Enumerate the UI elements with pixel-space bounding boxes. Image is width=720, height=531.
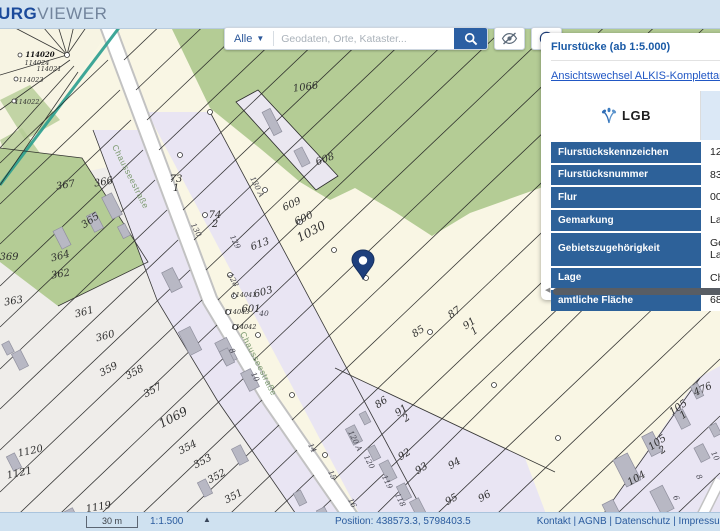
scale-ratio: 1:1.500 (150, 516, 183, 527)
attribute-row: Flur001 (551, 187, 720, 208)
attribute-label: Gebietszugehörigkeit (551, 233, 701, 266)
search-button[interactable] (454, 28, 487, 49)
attribute-row: GemarkungLangewahl (551, 210, 720, 231)
app-header: URGVIEWER (0, 0, 720, 29)
attribute-table: LGB Angaben Flurstücks­kennzeichen122428… (551, 89, 720, 313)
parcel-number-label: 40 (258, 309, 269, 318)
scale-dropdown-caret[interactable]: ▲ (203, 515, 211, 524)
app-logo-bold: URG (0, 4, 37, 23)
attribute-value: 1224280010 (701, 142, 720, 163)
search-box: Alle ▼ (224, 27, 488, 50)
cursor-position: Position: 438573.3, 5798403.5 (335, 516, 471, 527)
parcel-number-label: 114041 (232, 291, 257, 299)
scrollbar-thumb[interactable] (553, 288, 720, 295)
panel-title: Flurstücke (ab 1:5.000) (551, 41, 720, 61)
attribute-label: Gemarkung (551, 210, 701, 231)
parcel-number-label: 114043 (225, 308, 250, 316)
scale-bar: 30 m (86, 516, 138, 528)
panel-horizontal-scrollbar: ◀ (545, 286, 720, 296)
search-filter-dropdown[interactable]: Alle ▼ (225, 28, 273, 49)
parcel-number-label: 114023 (19, 76, 44, 84)
tab-angaben[interactable]: Angaben (701, 91, 720, 140)
parcel-number-label: 114020 (25, 50, 54, 59)
magnifier-icon (464, 32, 478, 46)
alkis-view-switch-link[interactable]: Ansichtswechsel ALKIS-Komplettangabe (551, 70, 720, 82)
search-filter-label: Alle (234, 33, 252, 45)
attribute-value: Langewahl (701, 210, 720, 231)
attribute-row: Flurstücksnummer83 (551, 165, 720, 186)
search-bar: Alle ▼ ? (224, 27, 562, 50)
attribute-value: Gemeinde: L Landkreis: O (701, 233, 720, 266)
attribute-label: Flur (551, 187, 701, 208)
app-logo-rest: VIEWER (37, 4, 107, 23)
attribute-label: Flurstücks­kennzeichen (551, 142, 701, 163)
toggle-layers-visibility-button[interactable] (494, 27, 525, 50)
lgb-brand-label: LGB (622, 108, 651, 124)
lgb-emblem-icon (600, 107, 618, 125)
feature-info-panel: Flurstücke (ab 1:5.000) Ansichtswechsel … (541, 33, 720, 300)
attribute-label: Flurstücksnummer (551, 165, 701, 186)
lgb-logo: LGB (551, 91, 701, 140)
chevron-down-icon: ▼ (256, 34, 264, 43)
parcel-number-label: 114042 (232, 323, 257, 331)
parcel-number-label: 114022 (15, 98, 40, 106)
search-input[interactable] (274, 28, 454, 49)
parcel-number-label: 114021 (37, 65, 62, 73)
parcel-number-label: 369 (0, 252, 19, 263)
app-logo: URGVIEWER (0, 4, 107, 24)
attribute-value: 001 (701, 187, 720, 208)
scroll-left-arrow[interactable]: ◀ (545, 286, 550, 296)
attribute-row: Flurstücks­kennzeichen1224280010 (551, 142, 720, 163)
eye-slash-icon (501, 32, 518, 45)
attribute-row: GebietszugehörigkeitGemeinde: L Landkrei… (551, 233, 720, 266)
status-bar: 30 m 1:1.500 ▲ Position: 438573.3, 57984… (0, 512, 720, 531)
attribute-value: 83 (701, 165, 720, 186)
footer-links[interactable]: Kontakt | AGNB | Datenschutz | Impressum (537, 516, 720, 527)
